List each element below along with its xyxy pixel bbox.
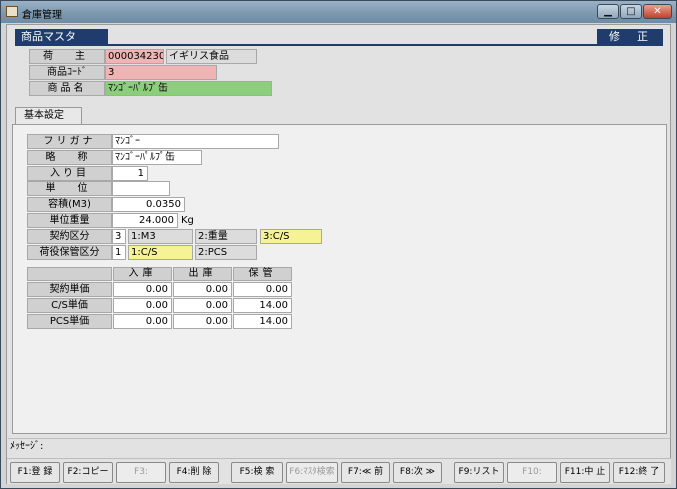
minimize-button[interactable]: ▁	[597, 4, 619, 19]
basic-settings-panel: フリガナ ﾏﾝｺﾞｰ 略 称 ﾏﾝｺﾞｰﾊﾟﾙﾌﾟ缶 入り目 1 単 位 容積(…	[12, 124, 667, 434]
grid-cell[interactable]: 0.00	[113, 298, 172, 313]
contract-option-1[interactable]: 1:M3	[128, 229, 193, 244]
contract-value-field[interactable]: 3	[112, 229, 126, 244]
contract-option-2[interactable]: 2:重量	[195, 229, 257, 244]
grid-row-label: C/S単価	[27, 298, 112, 313]
grid-cell[interactable]: 0.00	[173, 282, 232, 297]
f11-cancel-button[interactable]: F11:中 止	[560, 462, 610, 483]
f3-button: F3:	[116, 462, 166, 483]
mode-badge: 修 正	[597, 29, 663, 45]
weight-unit: Kg	[181, 215, 194, 226]
product-name-field[interactable]: ﾏﾝｺﾞｰﾊﾟﾙﾌﾟ缶	[105, 81, 272, 96]
maximize-button[interactable]: □	[620, 4, 642, 19]
grid-cell[interactable]: 14.00	[233, 298, 292, 313]
owner-label: 荷 主	[29, 49, 105, 64]
f8-next-button[interactable]: F8:次 ≫	[393, 462, 442, 483]
volume-label: 容積(M3)	[27, 197, 112, 212]
tab-basic-settings[interactable]: 基本設定	[15, 107, 82, 125]
furigana-field[interactable]: ﾏﾝｺﾞｰ	[112, 134, 279, 149]
grid-col-in: 入庫	[113, 267, 172, 281]
contract-label: 契約区分	[27, 229, 112, 244]
contract-option-3[interactable]: 3:C/S	[260, 229, 322, 244]
grid-cell[interactable]: 0.00	[233, 282, 292, 297]
f12-exit-button[interactable]: F12:終 了	[613, 462, 665, 483]
app-icon	[6, 6, 18, 17]
grid-cell[interactable]: 0.00	[113, 314, 172, 329]
product-code-field[interactable]: 3	[105, 65, 217, 80]
message-bar: ﾒｯｾｰｼﾞ:	[8, 438, 670, 454]
f4-delete-button[interactable]: F4:削 除	[169, 462, 219, 483]
main-area: 商品マスタ 修 正 荷 主 0000342301 イギリス食品 商品ｺｰﾄﾞ 3…	[6, 24, 671, 484]
handling-option-2[interactable]: 2:PCS	[195, 245, 257, 260]
handling-label: 荷役保管区分	[27, 245, 112, 260]
grid-cell[interactable]: 0.00	[173, 314, 232, 329]
app-window: 倉庫管理 ▁ □ ✕ 商品マスタ 修 正 荷 主 0000342301 イギリス…	[0, 0, 677, 489]
grid-col-out: 出庫	[173, 267, 232, 281]
owner-code-field[interactable]: 0000342301	[105, 49, 164, 64]
handling-option-1[interactable]: 1:C/S	[128, 245, 193, 260]
f2-copy-button[interactable]: F2:コピー	[63, 462, 113, 483]
f1-register-button[interactable]: F1:登 録	[10, 462, 60, 483]
header-divider	[15, 44, 663, 46]
f10-button: F10:	[507, 462, 557, 483]
product-code-label: 商品ｺｰﾄﾞ	[29, 65, 105, 80]
unit-field[interactable]	[112, 181, 170, 196]
f5-search-button[interactable]: F5:検 索	[231, 462, 283, 483]
f7-prev-button[interactable]: F7:≪ 前	[341, 462, 390, 483]
product-name-label: 商品名	[29, 81, 105, 96]
grid-row-label: PCS単価	[27, 314, 112, 329]
volume-field[interactable]: 0.0350	[112, 197, 185, 212]
unit-label: 単 位	[27, 181, 112, 196]
irime-label: 入り目	[27, 166, 112, 181]
window-title: 倉庫管理	[22, 10, 62, 21]
handling-value-field[interactable]: 1	[112, 245, 126, 260]
grid-corner	[27, 267, 112, 281]
furigana-label: フリガナ	[27, 134, 112, 149]
function-key-bar: F1:登 録 F2:コピー F3: F4:削 除 F5:検 索 F6:ﾏｽﾀ検索…	[7, 458, 671, 484]
owner-name-field: イギリス食品	[166, 49, 257, 64]
grid-cell[interactable]: 0.00	[173, 298, 232, 313]
irime-field[interactable]: 1	[112, 166, 148, 181]
message-label: ﾒｯｾｰｼﾞ:	[10, 441, 44, 452]
grid-col-storage: 保管	[233, 267, 292, 281]
f6-master-search-button: F6:ﾏｽﾀ検索	[286, 462, 338, 483]
grid-cell[interactable]: 14.00	[233, 314, 292, 329]
grid-cell[interactable]: 0.00	[113, 282, 172, 297]
screen-title: 商品マスタ	[15, 29, 108, 45]
abbr-field[interactable]: ﾏﾝｺﾞｰﾊﾟﾙﾌﾟ缶	[112, 150, 202, 165]
close-button[interactable]: ✕	[643, 4, 672, 19]
title-bar[interactable]: 倉庫管理 ▁ □ ✕	[1, 1, 676, 23]
grid-row-label: 契約単価	[27, 282, 112, 297]
weight-label: 単位重量	[27, 213, 112, 228]
f9-list-button[interactable]: F9:リスト	[454, 462, 504, 483]
abbr-label: 略 称	[27, 150, 112, 165]
weight-field[interactable]: 24.000	[112, 213, 178, 228]
